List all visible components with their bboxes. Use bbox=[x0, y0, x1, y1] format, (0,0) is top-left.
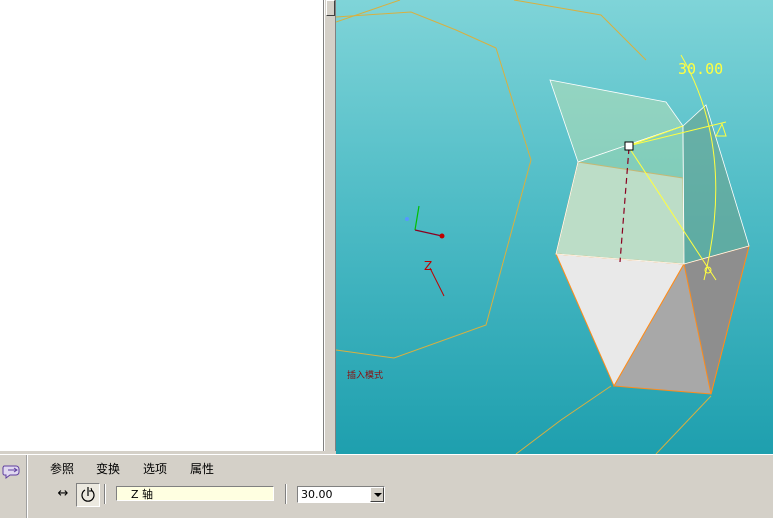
triad-origin bbox=[439, 233, 445, 239]
rotate-button[interactable] bbox=[76, 483, 100, 507]
z-axis-line bbox=[429, 267, 445, 297]
rotate-icon bbox=[81, 487, 95, 502]
angle-label[interactable]: 30.00 bbox=[678, 60, 723, 78]
tab-properties[interactable]: 属性 bbox=[190, 460, 214, 477]
scroll-thumb[interactable] bbox=[326, 0, 335, 16]
graphics-viewport[interactable]: 30.00 Z 插入模式 bbox=[336, 0, 773, 454]
drag-handle[interactable] bbox=[624, 141, 634, 151]
datum-curve bbox=[515, 385, 612, 454]
triad-axis-y bbox=[414, 205, 420, 231]
triad-axis-x bbox=[414, 229, 443, 237]
tab-transform[interactable]: 变换 bbox=[96, 460, 120, 477]
tab-options[interactable]: 选项 bbox=[143, 460, 167, 477]
tab-references[interactable]: 参照 bbox=[50, 460, 74, 477]
message-log-icon[interactable] bbox=[2, 463, 22, 479]
dimension-arrow bbox=[715, 122, 727, 137]
insert-mode-label: 插入模式 bbox=[347, 369, 383, 381]
model-tree-panel[interactable] bbox=[0, 0, 324, 451]
datum-curve bbox=[655, 395, 712, 454]
datum-curve bbox=[336, 0, 401, 23]
dropdown-arrow-icon[interactable] bbox=[370, 487, 384, 502]
toolbar-separator bbox=[285, 484, 287, 504]
angle-value-select[interactable]: 30.00 bbox=[297, 486, 385, 503]
datum-curve bbox=[336, 47, 532, 359]
triad-z-marker bbox=[405, 217, 409, 221]
datum-curve bbox=[336, 11, 497, 49]
angle-value: 30.00 bbox=[301, 488, 333, 501]
vertical-scrollbar[interactable] bbox=[324, 0, 336, 451]
datum-curve bbox=[513, 0, 647, 61]
move-translate-icon[interactable]: ↔ bbox=[55, 486, 71, 502]
toolbar-separator bbox=[104, 484, 106, 504]
reference-axis-field[interactable]: Z 轴 bbox=[116, 486, 274, 501]
dashboard-separator bbox=[26, 455, 28, 518]
dashboard-panel: 参照 变换 选项 属性 ↔ Z 轴 30.00 bbox=[0, 454, 773, 518]
model-canvas: 30.00 Z 插入模式 bbox=[336, 0, 750, 454]
